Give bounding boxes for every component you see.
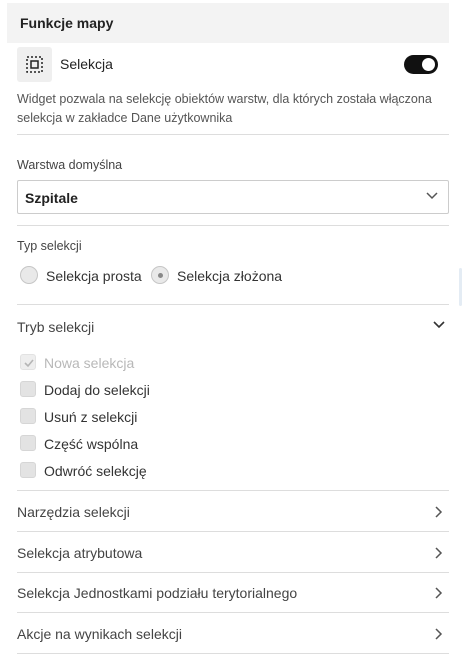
selection-type-label: Typ selekcji — [17, 239, 82, 253]
widget-description: Widget pozwala na selekcję obiektów wars… — [17, 92, 432, 125]
section-selection-tools[interactable]: Narzędzia selekcji — [7, 492, 449, 532]
checkbox-box — [20, 462, 36, 478]
scrollbar-thumb[interactable] — [459, 268, 462, 306]
checkbox-add-to-selection[interactable]: Dodaj do selekcji — [20, 381, 220, 399]
section-label: Narzędzia selekcji — [17, 504, 130, 520]
checkbox-label: Dodaj do selekcji — [44, 382, 150, 398]
chevron-right-icon — [435, 506, 443, 518]
panel-title: Funkcje mapy — [20, 15, 114, 31]
widget-enable-toggle[interactable] — [404, 55, 438, 74]
checkmark-icon — [24, 359, 34, 368]
chevron-down-icon — [426, 192, 438, 200]
checkbox-box — [20, 354, 36, 370]
default-layer-label: Warstwa domyślna — [17, 158, 123, 172]
section-label: Akcje na wynikach selekcji — [17, 626, 182, 642]
divider — [17, 653, 449, 654]
chevron-right-icon — [435, 547, 443, 559]
radio-label: Selekcja prosta — [46, 268, 142, 284]
toggle-knob — [422, 58, 435, 71]
checkbox-label: Usuń z selekcji — [44, 409, 138, 425]
default-layer-select[interactable]: Szpitale — [17, 180, 449, 214]
divider — [17, 612, 449, 613]
checkbox-new-selection[interactable]: Nowa selekcja — [20, 354, 220, 372]
radio-selected-dot — [158, 273, 163, 278]
chevron-right-icon — [435, 587, 443, 599]
radio-circle — [20, 266, 38, 284]
divider — [17, 531, 449, 532]
checkbox-label: Nowa selekcja — [44, 355, 135, 371]
radio-complex-selection[interactable]: Selekcja złożona — [151, 266, 285, 286]
section-label: Selekcja Jednostkami podziału terytorial… — [17, 585, 298, 601]
chevron-down-icon[interactable] — [433, 321, 445, 329]
checkbox-label: Odwróć selekcję — [44, 463, 147, 479]
checkbox-intersection[interactable]: Część wspólna — [20, 435, 220, 453]
radio-label: Selekcja złożona — [177, 268, 283, 284]
widget-name: Selekcja — [60, 56, 113, 72]
radio-circle — [151, 266, 169, 284]
chevron-right-icon — [435, 628, 443, 640]
checkbox-box — [20, 408, 36, 424]
section-attribute-selection[interactable]: Selekcja atrybutowa — [7, 533, 449, 573]
panel-header: Funkcje mapy — [7, 3, 449, 43]
divider — [17, 134, 449, 135]
default-layer-value: Szpitale — [25, 190, 78, 206]
radio-simple-selection[interactable]: Selekcja prosta — [20, 266, 146, 286]
checkbox-box — [20, 381, 36, 397]
selection-marquee-icon — [17, 47, 52, 82]
checkbox-invert-selection[interactable]: Odwróć selekcję — [20, 462, 220, 480]
divider — [17, 490, 449, 491]
checkbox-remove-from-selection[interactable]: Usuń z selekcji — [20, 408, 220, 426]
section-label: Selekcja atrybutowa — [17, 545, 143, 561]
section-selection-result-actions[interactable]: Akcje na wynikach selekcji — [7, 614, 449, 654]
divider — [17, 304, 449, 305]
selection-mode-title: Tryb selekcji — [17, 319, 95, 335]
section-territorial-units-selection[interactable]: Selekcja Jednostkami podziału terytorial… — [7, 573, 449, 613]
divider — [17, 225, 449, 226]
checkbox-label: Część wspólna — [44, 436, 139, 452]
checkbox-box — [20, 435, 36, 451]
